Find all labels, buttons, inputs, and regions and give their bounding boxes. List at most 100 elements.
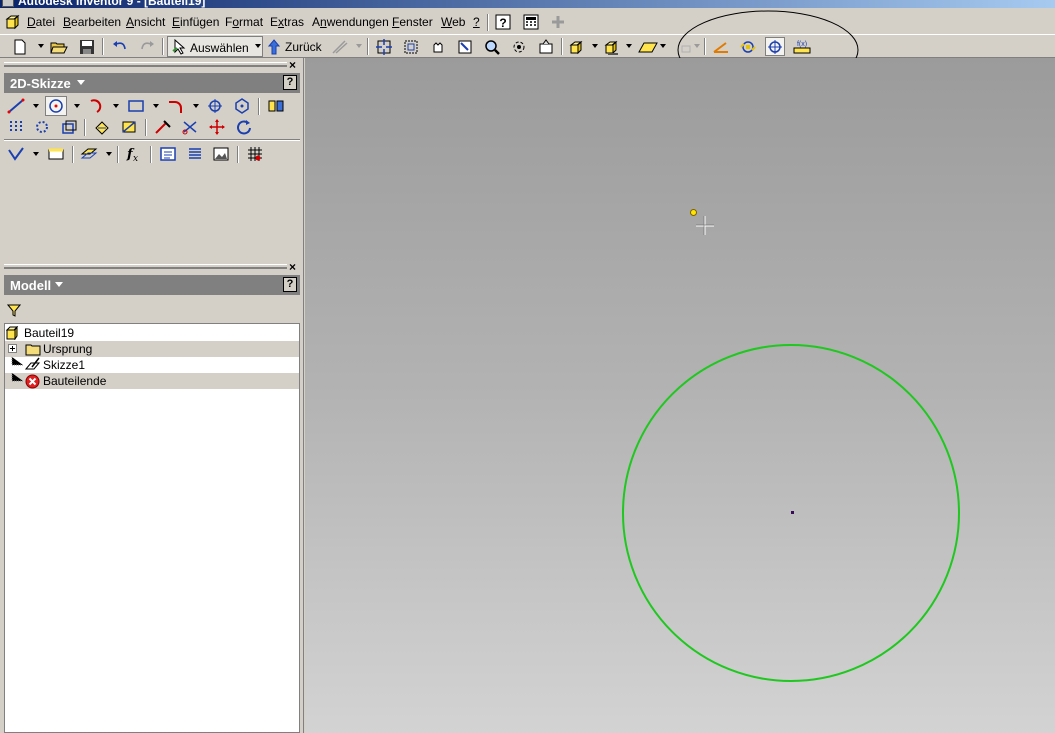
model-panel-header[interactable]: Modell ? <box>4 275 300 295</box>
extend-button[interactable] <box>153 117 173 137</box>
undo-button[interactable] <box>110 37 130 56</box>
insert-image-button[interactable] <box>211 144 231 164</box>
constraint-button[interactable] <box>6 144 26 164</box>
panel-grip[interactable] <box>4 62 287 67</box>
sketch-dropdown-arrow[interactable] <box>356 44 362 48</box>
pan-button[interactable] <box>428 37 448 56</box>
close-model-panel-icon[interactable]: × <box>289 260 296 274</box>
polygon-tool-button[interactable] <box>232 96 252 116</box>
arc-dropdown-arrow[interactable] <box>113 104 119 108</box>
panel-separator <box>117 146 119 163</box>
line-dropdown-arrow[interactable] <box>33 104 39 108</box>
constraint-dropdown-arrow[interactable] <box>33 152 39 156</box>
graphics-window[interactable] <box>305 58 1055 733</box>
geometry-text-button[interactable] <box>185 144 205 164</box>
model-help-icon[interactable]: ? <box>283 277 297 292</box>
work-plane-icon <box>638 42 658 52</box>
open-button[interactable] <box>49 37 69 56</box>
circular-pattern-button[interactable] <box>32 117 52 137</box>
circle-center-point[interactable] <box>791 511 794 514</box>
move-button[interactable] <box>207 117 227 137</box>
tree-item-end-of-part[interactable]: Bauteilende <box>5 373 299 389</box>
redo-button[interactable] <box>137 37 157 56</box>
rotate-button[interactable] <box>509 37 529 56</box>
new-dropdown-arrow[interactable] <box>38 44 44 48</box>
offset-button[interactable] <box>59 117 79 137</box>
project-geometry-button[interactable] <box>79 144 99 164</box>
help-whats-this-icon[interactable]: ? <box>494 13 512 31</box>
save-button[interactable] <box>77 37 97 56</box>
sketch-panel-header[interactable]: 2D-Skizze ? <box>4 73 300 93</box>
new-file-button[interactable] <box>10 37 30 56</box>
sketch-canvas[interactable] <box>305 58 1055 733</box>
rectangle-dropdown-arrow[interactable] <box>153 104 159 108</box>
circle-dropdown-arrow[interactable] <box>74 104 80 108</box>
arc-tool-button[interactable] <box>86 96 106 116</box>
shadow-dropdown-arrow[interactable] <box>626 44 632 48</box>
trim-button[interactable] <box>180 117 200 137</box>
dimension-button[interactable] <box>92 117 112 137</box>
mirror-tool-button[interactable] <box>266 96 286 116</box>
back-arrow-icon[interactable] <box>268 39 280 55</box>
zoom-all-icon <box>376 38 392 55</box>
menu-bearbeiten[interactable]: Bearbeiten <box>63 15 121 29</box>
tree-item-part[interactable]: Bauteil19 <box>5 325 299 341</box>
rotate-sketch-button[interactable] <box>234 117 254 137</box>
menu-einfuegen[interactable]: Einfügen <box>172 15 219 29</box>
menu-extras[interactable]: Extras <box>270 15 304 29</box>
tree-item-sketch[interactable]: Skizze1 <box>5 357 299 373</box>
work-plane-dropdown-arrow[interactable] <box>660 44 666 48</box>
close-sketch-panel-icon[interactable]: × <box>289 58 296 72</box>
fillet-dropdown-arrow[interactable] <box>193 104 199 108</box>
auto-dimension-button[interactable] <box>119 117 139 137</box>
insert-text-button[interactable] <box>158 144 178 164</box>
shadow-mode-button[interactable] <box>603 37 623 56</box>
work-plane-button[interactable] <box>638 37 658 56</box>
calculator-icon[interactable] <box>522 13 540 31</box>
import-points-button[interactable] <box>245 144 265 164</box>
rect-pattern-button[interactable] <box>6 117 26 137</box>
folder-open-icon <box>50 42 68 53</box>
menu-web[interactable]: Web <box>441 15 465 29</box>
zoom-button[interactable] <box>482 37 502 56</box>
tree-item-origin[interactable]: Ursprung <box>5 341 299 357</box>
fillet-tool-button[interactable] <box>166 96 186 116</box>
window-title: Autodesk Inventor 9 - [Bauteil19] <box>18 0 206 8</box>
panel-separator <box>237 146 239 163</box>
menu-datei[interactable]: Datei <box>27 15 55 29</box>
sketch-line-disabled-button[interactable] <box>330 37 350 56</box>
filter-button[interactable] <box>4 300 24 320</box>
menu-fenster[interactable]: Fenster <box>392 15 433 29</box>
project-dropdown-arrow[interactable] <box>106 152 112 156</box>
new-file-icon <box>14 39 26 54</box>
sketch-help-icon[interactable]: ? <box>283 75 297 90</box>
select-tool-button[interactable]: Auswählen <box>167 36 263 57</box>
circle-tool-button[interactable] <box>45 96 67 116</box>
rectangle-tool-button[interactable] <box>126 96 146 116</box>
pencil-disabled-icon <box>332 39 348 54</box>
panel-grip[interactable] <box>4 264 287 269</box>
display-mode-dropdown-arrow[interactable] <box>592 44 598 48</box>
back-button[interactable]: Zurück <box>285 40 322 54</box>
zoom-window-button[interactable] <box>401 37 421 56</box>
document-cube-icon[interactable] <box>4 13 22 31</box>
crosshair-cursor-icon <box>696 216 714 235</box>
perpendicular-constraint-icon <box>8 147 24 161</box>
menu-help[interactable]: ? <box>473 15 480 29</box>
display-mode-button[interactable] <box>568 37 588 56</box>
zoom-all-button[interactable] <box>374 37 394 56</box>
menu-anwendungen[interactable]: Anwendungen <box>312 15 389 29</box>
expand-plus-icon[interactable] <box>8 344 17 353</box>
auto-dimension-icon <box>122 121 136 133</box>
menu-ansicht[interactable]: Ansicht <box>126 15 165 29</box>
select-dropdown-arrow[interactable] <box>255 44 261 48</box>
look-at-button[interactable] <box>536 37 556 56</box>
point-tool-button[interactable] <box>205 96 225 116</box>
menu-format[interactable]: Format <box>225 15 263 29</box>
line-tool-button[interactable] <box>6 96 26 116</box>
show-dimensions-button[interactable] <box>46 144 66 164</box>
sketch-origin-point[interactable] <box>690 209 697 216</box>
parameters-fx-button[interactable]: fx <box>124 144 144 164</box>
add-plus-icon[interactable] <box>549 13 567 31</box>
zoom-selected-button[interactable] <box>455 37 475 56</box>
